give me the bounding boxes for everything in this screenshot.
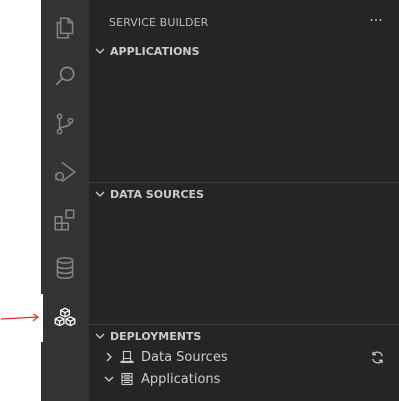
tree-item-data-sources[interactable]: Data Sources: [89, 346, 399, 368]
chevron-right-icon[interactable]: [101, 349, 117, 365]
section-data-sources-label: DATA SOURCES: [110, 187, 204, 201]
red-arrow-annotation: [0, 313, 40, 322]
service-builder-sidebar: SERVICE BUILDER ··· APPLICATIONS DATA SO…: [89, 0, 399, 401]
database-icon[interactable]: [41, 244, 89, 292]
extensions-icon[interactable]: [41, 196, 89, 244]
section-applications-header[interactable]: APPLICATIONS: [89, 40, 399, 62]
source-control-icon[interactable]: [41, 100, 89, 148]
annotation-margin: [0, 0, 41, 401]
section-data-sources-header[interactable]: DATA SOURCES: [89, 183, 399, 205]
activity-bar: [41, 0, 89, 401]
chevron-down-icon: [92, 43, 108, 59]
chevron-down-icon[interactable]: [101, 371, 117, 387]
more-actions-button[interactable]: ···: [367, 12, 385, 32]
tree-item-label: Data Sources: [141, 349, 228, 365]
section-deployments-header[interactable]: DEPLOYMENTS: [89, 325, 399, 347]
tree-item-label: Applications: [141, 371, 221, 387]
section-applications-label: APPLICATIONS: [110, 44, 200, 58]
tree-item-applications[interactable]: Applications: [89, 368, 399, 390]
chevron-down-icon: [92, 328, 108, 344]
explorer-icon[interactable]: [41, 4, 89, 52]
chevron-down-icon: [92, 186, 108, 202]
sidebar-title: SERVICE BUILDER: [109, 16, 209, 29]
search-icon[interactable]: [41, 52, 89, 100]
section-deployments-label: DEPLOYMENTS: [110, 329, 202, 343]
laptop-icon: [119, 349, 135, 365]
refresh-icon[interactable]: [369, 349, 385, 365]
server-icon: [119, 371, 135, 387]
run-debug-icon[interactable]: [41, 148, 89, 196]
service-builder-icon[interactable]: [41, 294, 89, 342]
